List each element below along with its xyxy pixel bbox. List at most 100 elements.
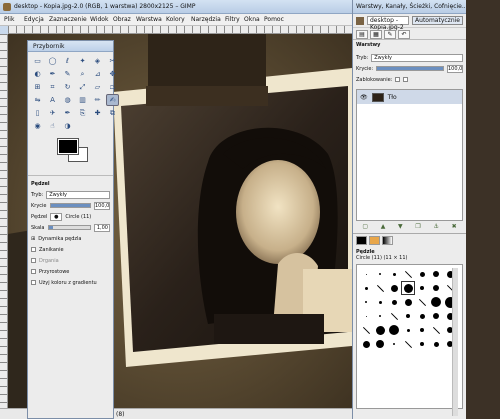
brush-preset[interactable]: [360, 310, 372, 322]
brush-preset[interactable]: [402, 324, 414, 336]
brush-preset[interactable]: [402, 310, 414, 322]
zoom-tool-icon[interactable]: ⌕: [77, 69, 88, 79]
scale-slider[interactable]: [47, 225, 91, 230]
brush-preset[interactable]: [388, 268, 400, 280]
layer-mode-dropdown[interactable]: Zwykły: [371, 53, 463, 62]
brush-preset[interactable]: [360, 282, 372, 294]
ink-tool-icon[interactable]: ✒: [62, 108, 73, 118]
text-tool-icon[interactable]: A: [47, 95, 58, 105]
vertical-ruler[interactable]: [0, 34, 8, 408]
gradients-tab-icon[interactable]: [382, 236, 393, 245]
brush-preset[interactable]: [402, 268, 414, 280]
brush-preset[interactable]: [430, 324, 442, 336]
menu-view[interactable]: Widok: [90, 16, 108, 23]
rotate-tool-icon[interactable]: ↻: [62, 82, 73, 92]
horizontal-ruler[interactable]: [8, 26, 352, 34]
measure-tool-icon[interactable]: ⊿: [92, 69, 103, 79]
scale-tool-icon[interactable]: ⤢: [77, 82, 88, 92]
paintbrush-tool-icon[interactable]: ✍: [106, 94, 119, 106]
menu-windows[interactable]: Okna: [244, 16, 260, 23]
brush-preset[interactable]: [374, 310, 386, 322]
perspective-tool-icon[interactable]: ⏢: [107, 82, 118, 92]
duplicate-layer-icon[interactable]: ❐: [415, 223, 420, 233]
heal-tool-icon[interactable]: ✚: [92, 108, 103, 118]
brush-preset[interactable]: [374, 282, 386, 294]
smudge-tool-icon[interactable]: ☝: [47, 121, 58, 131]
brush-preset[interactable]: [360, 296, 372, 308]
brush-preset[interactable]: [416, 324, 428, 336]
brush-preset[interactable]: [402, 338, 414, 350]
brush-preset[interactable]: [430, 282, 442, 294]
image-selector[interactable]: desktop - Kopia.jpg-2: [367, 16, 410, 31]
brush-preset[interactable]: [430, 338, 442, 350]
scissors-tool-icon[interactable]: ✂: [107, 56, 118, 66]
brush-preset[interactable]: [360, 268, 372, 280]
channels-tab-icon[interactable]: ▦: [370, 30, 382, 39]
patterns-tab-icon[interactable]: [369, 236, 380, 245]
crop-tool-icon[interactable]: ⌗: [47, 82, 58, 92]
new-layer-icon[interactable]: ▢: [362, 223, 368, 233]
foreground-select-tool-icon[interactable]: ◐: [32, 69, 43, 79]
menu-tools[interactable]: Narzędzia: [191, 16, 221, 23]
menu-image[interactable]: Obraz: [113, 16, 131, 23]
shear-tool-icon[interactable]: ▱: [92, 82, 103, 92]
layer-opacity-value[interactable]: 100,0: [447, 64, 463, 73]
ellipse-select-tool-icon[interactable]: ◯: [47, 56, 58, 66]
raise-layer-icon[interactable]: ▲: [381, 223, 386, 233]
gradient-row[interactable]: Użyj koloru z gradientu: [31, 277, 110, 288]
opacity-slider[interactable]: [49, 203, 91, 208]
anchor-layer-icon[interactable]: ⚓: [433, 223, 438, 233]
airbrush-tool-icon[interactable]: ✈: [47, 108, 58, 118]
brush-preset[interactable]: [416, 282, 428, 294]
menu-edit[interactable]: Edycja: [24, 16, 44, 23]
bucket-fill-tool-icon[interactable]: ◍: [62, 95, 73, 105]
align-tool-icon[interactable]: ⊞: [32, 82, 43, 92]
eraser-tool-icon[interactable]: ▯: [32, 108, 43, 118]
flip-tool-icon[interactable]: ⇋: [32, 95, 43, 105]
scale-value[interactable]: 1,00: [94, 223, 110, 232]
brush-preset[interactable]: [388, 296, 400, 308]
visibility-eye-icon[interactable]: 👁: [360, 94, 368, 101]
perspective-clone-tool-icon[interactable]: ⧉: [107, 108, 118, 118]
convolve-tool-icon[interactable]: ◉: [32, 121, 43, 131]
dodge-burn-tool-icon[interactable]: ◑: [62, 121, 73, 131]
brush-preset[interactable]: [430, 310, 442, 322]
fade-checkbox[interactable]: [31, 247, 36, 252]
incremental-row[interactable]: Przyrostowe: [31, 266, 110, 277]
blend-tool-icon[interactable]: ▥: [77, 95, 88, 105]
brush-preset[interactable]: [416, 296, 428, 308]
opacity-value[interactable]: 100,0: [94, 201, 110, 210]
brush-preset[interactable]: [416, 310, 428, 322]
pencil-tool-icon[interactable]: ✏: [92, 95, 103, 105]
layer-row[interactable]: 👁 Tło: [357, 90, 462, 104]
move-tool-icon[interactable]: ✥: [107, 69, 118, 79]
brush-scrollbar[interactable]: [452, 268, 458, 416]
brush-preset[interactable]: [416, 268, 428, 280]
brush-preset[interactable]: [374, 268, 386, 280]
brush-preview-button[interactable]: ●: [50, 212, 63, 221]
lock-pixels-checkbox[interactable]: [395, 77, 401, 82]
brush-preset[interactable]: [430, 268, 442, 280]
brush-preset[interactable]: [388, 338, 400, 350]
fuzzy-select-tool-icon[interactable]: ✦: [77, 56, 88, 66]
menu-help[interactable]: Pomoc: [264, 16, 284, 23]
brush-preset[interactable]: [388, 282, 400, 294]
layer-opacity-slider[interactable]: [376, 66, 444, 71]
foreground-color-swatch[interactable]: [57, 138, 79, 155]
lock-alpha-checkbox[interactable]: [403, 77, 409, 82]
auto-button[interactable]: Automatycznie: [412, 16, 463, 25]
free-select-tool-icon[interactable]: ℓ: [62, 56, 73, 66]
brush-preset[interactable]: [401, 281, 415, 295]
delete-layer-icon[interactable]: ✖: [452, 223, 457, 233]
menu-layer[interactable]: Warstwa: [136, 16, 162, 23]
undo-tab-icon[interactable]: ↶: [398, 30, 410, 39]
menu-select[interactable]: Zaznaczenie: [49, 16, 87, 23]
brush-preset[interactable]: [360, 324, 372, 336]
pressure-row[interactable]: ⊞ Dynamika pędzla: [31, 233, 110, 244]
brush-preset[interactable]: [374, 296, 386, 308]
gradient-checkbox[interactable]: [31, 280, 36, 285]
jitter-checkbox[interactable]: [31, 258, 36, 263]
brush-preset[interactable]: [430, 296, 442, 308]
menu-colors[interactable]: Kolory: [166, 16, 185, 23]
brush-preset[interactable]: [416, 338, 428, 350]
